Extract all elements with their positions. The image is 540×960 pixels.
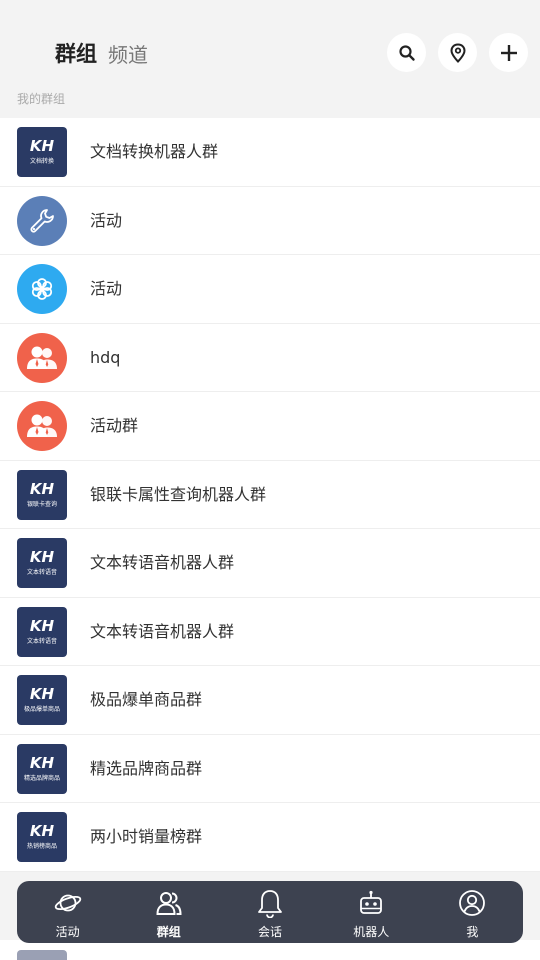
tab-label: 机器人: [353, 925, 390, 939]
group-name: 文档转换机器人群: [90, 142, 219, 161]
group-icon: [154, 888, 184, 918]
section-label: 我的群组: [17, 92, 66, 106]
group-row[interactable]: KH 文档转换 文档转换机器人群: [0, 118, 540, 187]
people-icon: [27, 346, 57, 369]
tab-label: 活动: [55, 925, 80, 939]
avatar-caption: 文本转语音: [26, 569, 57, 576]
group-name: 活动: [90, 210, 123, 230]
group-avatar: [17, 264, 67, 314]
group-row[interactable]: KH 热销榜商品 两小时销量榜群: [0, 803, 540, 872]
group-avatar: [17, 401, 67, 451]
group-name: 活动群: [90, 416, 139, 435]
avatar-caption: 精选品牌商品: [23, 774, 60, 782]
tab-profile[interactable]: 我: [422, 881, 523, 943]
location-button[interactable]: [438, 33, 477, 72]
profile-icon: [457, 888, 487, 918]
group-avatar: [17, 195, 67, 246]
avatar-caption: 极品爆单商品: [23, 706, 60, 713]
avatar-caption: 银联卡查询: [26, 500, 57, 508]
group-avatar: KH 文本转语音: [17, 538, 67, 588]
group-avatar: KH 文本转语音: [17, 606, 67, 657]
planet-icon: [53, 888, 83, 918]
group-name: 两小时销量榜群: [90, 827, 203, 846]
group-avatar: KH 精选品牌商品: [17, 743, 67, 794]
tab-channels[interactable]: 频道: [108, 39, 148, 68]
kh-logo: KH: [29, 479, 55, 498]
list-overflow: [0, 940, 540, 960]
group-name: 文本转语音机器人群: [90, 553, 235, 572]
plus-icon: [500, 44, 517, 61]
group-row[interactable]: KH 文本转语音 文本转语音机器人群: [0, 597, 540, 666]
flower-icon: [31, 278, 53, 300]
bottom-tab-bar: 活动 群组 会话 机器人 我: [17, 881, 523, 943]
group-name: 文本转语音机器人群: [90, 621, 235, 641]
kh-logo: KH: [29, 822, 55, 840]
group-name: 银联卡属性查询机器人群: [90, 484, 267, 504]
tab-groups[interactable]: 群组: [55, 38, 97, 68]
tab-group[interactable]: 群组: [118, 881, 219, 943]
group-avatar: KH 银联卡查询: [17, 469, 67, 520]
header: 群组 频道 我的群组: [0, 0, 540, 118]
group-row[interactable]: 活动: [0, 255, 540, 324]
avatar-caption: 文本转语音: [26, 637, 57, 645]
search-icon: [398, 44, 415, 61]
people-icon: [27, 414, 57, 437]
group-avatar: KH 极品爆单商品: [17, 675, 67, 725]
wrench-icon: [30, 208, 54, 232]
group-row[interactable]: KH 银联卡查询 银联卡属性查询机器人群: [0, 460, 540, 529]
partial-avatar: [17, 950, 67, 960]
group-row[interactable]: 活动群: [0, 392, 540, 461]
group-row[interactable]: KH 极品爆单商品 极品爆单商品群: [0, 666, 540, 735]
group-row[interactable]: KH 精选品牌商品 精选品牌商品群: [0, 734, 540, 803]
group-row[interactable]: hdq: [0, 323, 540, 392]
location-pin-icon: [449, 42, 466, 63]
group-name: 极品爆单商品群: [90, 690, 203, 709]
robot-icon: [356, 888, 386, 918]
bell-icon: [255, 888, 285, 918]
tab-bell[interactable]: 会话: [219, 881, 320, 943]
avatar-caption: 文档转换: [29, 158, 54, 165]
kh-logo: KH: [29, 137, 55, 155]
kh-logo: KH: [29, 616, 55, 635]
group-avatar: [17, 332, 67, 383]
avatar-caption: 热销榜商品: [26, 843, 57, 850]
group-row[interactable]: 活动: [0, 186, 540, 255]
tab-planet[interactable]: 活动: [17, 881, 118, 943]
add-button[interactable]: [489, 33, 528, 72]
tab-label: 会话: [258, 925, 283, 939]
tab-robot[interactable]: 机器人: [321, 881, 422, 943]
kh-logo: KH: [29, 753, 55, 772]
kh-logo: KH: [29, 685, 55, 703]
group-avatar: KH 热销榜商品: [17, 812, 67, 862]
group-name: 活动: [90, 279, 123, 298]
kh-logo: KH: [29, 548, 55, 566]
tab-label: 群组: [156, 925, 181, 939]
group-list: KH 文档转换 文档转换机器人群 活动 活动 hdq 活动群 KH 银联卡查询 银联卡属性查询机器…: [0, 118, 540, 872]
search-button[interactable]: [387, 33, 426, 72]
group-name: hdq: [90, 347, 121, 367]
group-name: 精选品牌商品群: [90, 758, 203, 778]
tab-label: 我: [466, 925, 479, 939]
group-row[interactable]: KH 文本转语音 文本转语音机器人群: [0, 529, 540, 598]
group-avatar: KH 文档转换: [17, 127, 67, 177]
